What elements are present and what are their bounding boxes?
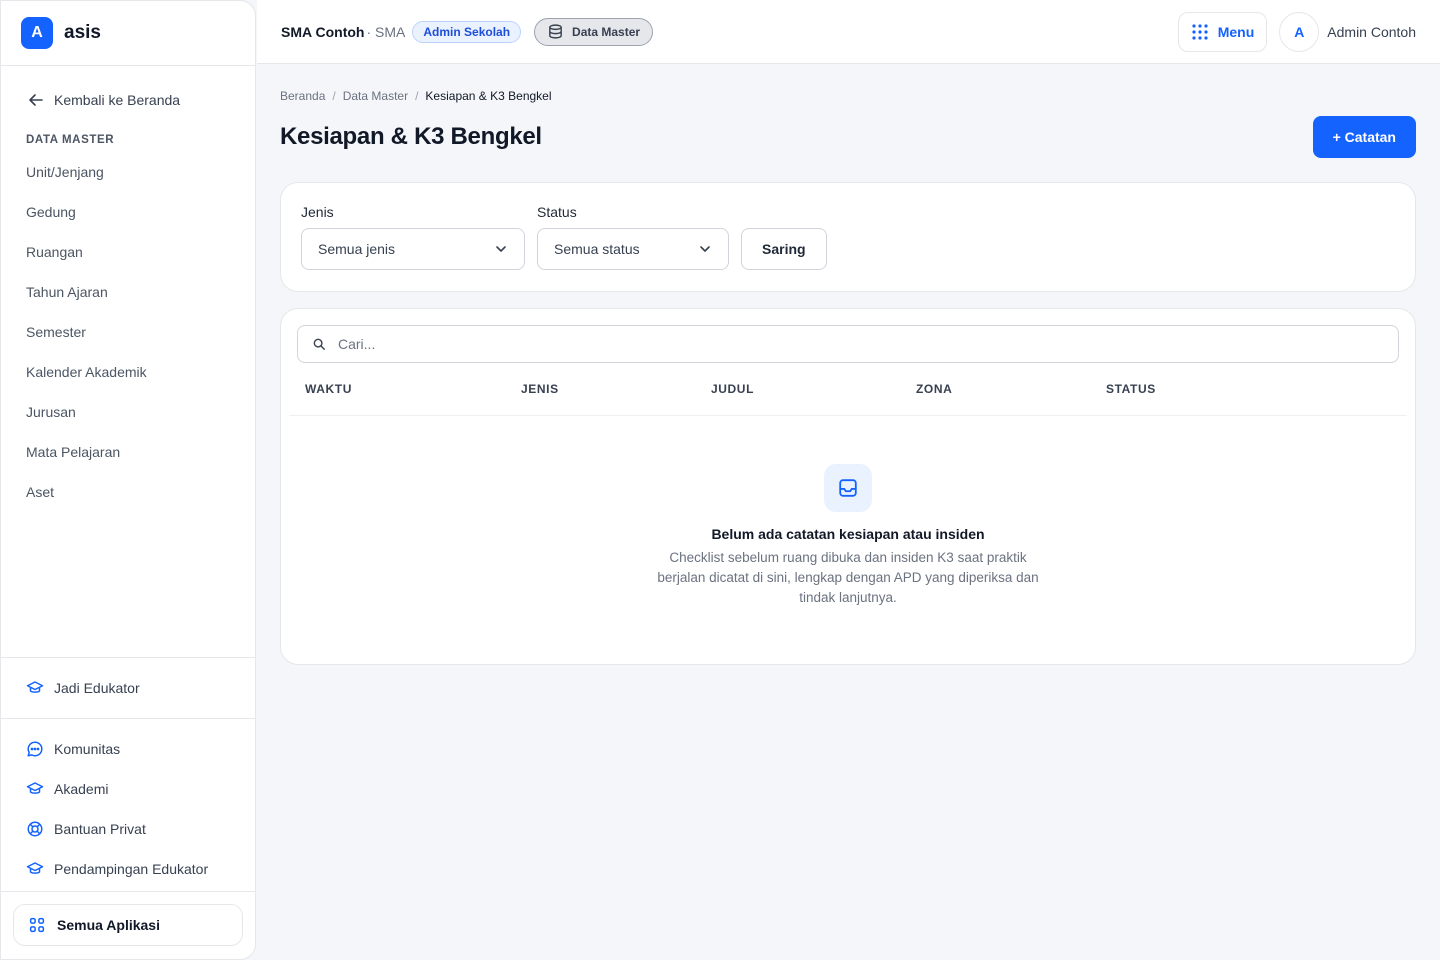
sidebar-link-pendampingan-edukator[interactable]: Pendampingan Edukator <box>1 849 255 889</box>
column-header-judul[interactable]: JUDUL <box>711 382 916 396</box>
sidebar-item-jurusan[interactable]: Jurusan <box>1 392 255 432</box>
column-header-status[interactable]: STATUS <box>1106 382 1156 396</box>
search-input[interactable] <box>338 336 1238 352</box>
sidebar-item-semester[interactable]: Semester <box>1 312 255 352</box>
jenis-select-value: Semua jenis <box>318 241 396 257</box>
become-educator-label: Jadi Edukator <box>54 680 140 696</box>
chat-bubble-icon <box>27 741 43 757</box>
graduation-cap-icon <box>26 681 44 693</box>
menu-button[interactable]: Menu <box>1177 11 1268 52</box>
sidebar: A asis Kembali ke Beranda DATA MASTER Un… <box>0 0 256 960</box>
user-name[interactable]: Admin Contoh <box>1327 24 1416 40</box>
module-label: Data Master <box>572 24 641 39</box>
arrow-left-icon <box>29 94 43 106</box>
dots-grid-icon <box>1192 23 1208 40</box>
filter-card: Jenis Semua jenis Status Semua status Sa… <box>280 182 1416 292</box>
sidebar-item-kalender-akademik[interactable]: Kalender Akademik <box>1 352 255 392</box>
sidebar-link-akademi[interactable]: Akademi <box>1 769 255 809</box>
status-label: Status <box>537 204 577 220</box>
column-header-waktu[interactable]: WAKTU <box>305 382 521 396</box>
sidebar-item-mata-pelajaran[interactable]: Mata Pelajaran <box>1 432 255 472</box>
breadcrumb-separator: / <box>415 89 419 103</box>
column-header-jenis[interactable]: JENIS <box>521 382 711 396</box>
back-to-home-label: Kembali ke Beranda <box>54 92 181 108</box>
breadcrumb-home[interactable]: Beranda <box>280 89 325 103</box>
chevron-down-icon <box>496 246 506 252</box>
grid-icon <box>29 917 45 933</box>
avatar[interactable]: A <box>1279 11 1320 52</box>
topbar-right: Menu A Admin Contoh <box>1177 11 1416 52</box>
page-header: Kesiapan & K3 Bengkel + Catatan <box>280 116 1416 158</box>
sidebar-item-ruangan[interactable]: Ruangan <box>1 232 255 272</box>
sidebar-link-label: Komunitas <box>54 741 121 757</box>
database-icon <box>549 24 562 39</box>
sidebar-bottom: Jadi Edukator Komunitas Akademi Bantuan … <box>1 657 255 959</box>
lifebuoy-icon <box>27 821 43 837</box>
add-record-button[interactable]: + Catatan <box>1312 116 1416 158</box>
back-to-home-link[interactable]: Kembali ke Beranda <box>26 88 255 112</box>
sidebar-link-label: Pendampingan Edukator <box>54 861 209 877</box>
graduation-cap-icon <box>26 862 44 874</box>
search-bar[interactable] <box>297 325 1399 363</box>
search-icon <box>313 338 325 350</box>
empty-state-title: Belum ada catatan kesiapan atau insiden <box>711 526 985 542</box>
brand-logo[interactable]: A <box>21 17 53 49</box>
role-badge: Admin Sekolah <box>412 20 522 43</box>
divider <box>1 657 255 658</box>
sidebar-links: Komunitas Akademi Bantuan Privat Pendamp… <box>1 719 255 889</box>
status-select-value: Semua status <box>554 241 640 257</box>
sidebar-link-label: Bantuan Privat <box>54 821 146 837</box>
empty-state: Belum ada catatan kesiapan atau insiden … <box>297 416 1399 608</box>
sidebar-nav: Unit/Jenjang Gedung Ruangan Tahun Ajaran… <box>1 152 255 512</box>
inbox-icon <box>824 464 872 512</box>
sidebar-link-komunitas[interactable]: Komunitas <box>1 729 255 769</box>
breadcrumb: Beranda / Data Master / Kesiapan & K3 Be… <box>280 88 1416 104</box>
empty-state-description: Checklist sebelum ruang dibuka dan insid… <box>657 550 1039 605</box>
module-pill[interactable]: Data Master <box>534 17 654 46</box>
school-name: SMA Contoh <box>281 23 365 40</box>
sidebar-item-tahun-ajaran[interactable]: Tahun Ajaran <box>1 272 255 312</box>
topbar: SMA Contoh · SMA Admin Sekolah Data Mast… <box>257 0 1440 64</box>
become-educator-link[interactable]: Jadi Edukator <box>1 668 255 708</box>
brand-name[interactable]: asis <box>64 22 101 44</box>
breadcrumb-data-master[interactable]: Data Master <box>343 89 408 103</box>
sidebar-section-title: DATA MASTER <box>26 134 115 146</box>
menu-label: Menu <box>1217 23 1255 40</box>
page-title: Kesiapan & K3 Bengkel <box>280 123 542 150</box>
all-apps-label: Semua Aplikasi <box>57 917 160 933</box>
table-header: WAKTU JENIS JUDUL ZONA STATUS <box>289 363 1407 416</box>
sidebar-link-label: Akademi <box>54 781 109 797</box>
sidebar-link-bantuan-privat[interactable]: Bantuan Privat <box>1 809 255 849</box>
column-header-zona[interactable]: ZONA <box>916 382 1106 396</box>
status-filter: Status Semua status <box>537 204 729 270</box>
breadcrumb-separator: / <box>332 89 336 103</box>
chevron-down-icon <box>700 246 710 252</box>
school-level: · SMA <box>366 23 406 40</box>
sidebar-item-gedung[interactable]: Gedung <box>1 192 255 232</box>
divider <box>1 891 255 892</box>
status-select[interactable]: Semua status <box>537 228 729 270</box>
jenis-label: Jenis <box>301 204 334 220</box>
records-table-card: WAKTU JENIS JUDUL ZONA STATUS Belum ada … <box>280 308 1416 665</box>
jenis-filter: Jenis Semua jenis <box>301 204 525 270</box>
jenis-select[interactable]: Semua jenis <box>301 228 525 270</box>
breadcrumb-current: Kesiapan & K3 Bengkel <box>425 89 552 103</box>
all-apps-button[interactable]: Semua Aplikasi <box>13 904 243 946</box>
sidebar-item-unit-jenjang[interactable]: Unit/Jenjang <box>1 152 255 192</box>
graduation-cap-icon <box>26 782 44 794</box>
filter-apply-button[interactable]: Saring <box>741 228 827 270</box>
sidebar-item-aset[interactable]: Aset <box>1 472 255 512</box>
main-content: Beranda / Data Master / Kesiapan & K3 Be… <box>280 64 1416 665</box>
brand: A asis <box>1 1 255 66</box>
